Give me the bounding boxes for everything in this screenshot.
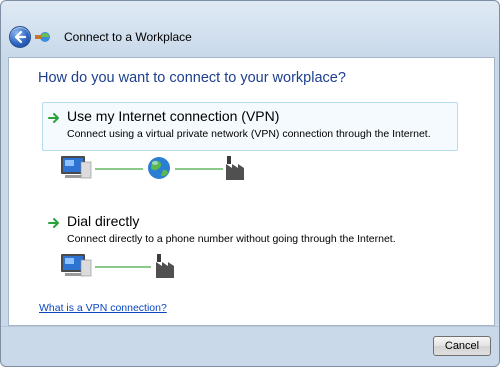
computer-icon (61, 156, 92, 179)
cancel-button[interactable]: Cancel (433, 336, 491, 356)
page-heading: How do you want to connect to your workp… (38, 70, 346, 86)
back-button[interactable] (9, 26, 31, 48)
wizard-window: Connect to a Workplace How do you want t… (0, 0, 500, 367)
option-dial-title: Dial directly (67, 213, 140, 229)
option-vpn[interactable]: Use my Internet connection (VPN) Connect… (42, 102, 458, 151)
factory-icon (156, 254, 174, 278)
dial-diagram (61, 254, 174, 278)
title-bar: Connect to a Workplace (1, 1, 499, 56)
window-title: Connect to a Workplace (64, 30, 192, 44)
factory-icon (226, 156, 244, 180)
option-dial-description: Connect directly to a phone number witho… (67, 233, 396, 245)
option-vpn-description: Connect using a virtual private network … (67, 128, 431, 140)
back-arrow-icon (14, 30, 27, 44)
vpn-diagram (61, 156, 244, 180)
content-panel: How do you want to connect to your workp… (8, 57, 495, 326)
network-wizard-icon (35, 32, 50, 42)
vpn-help-link[interactable]: What is a VPN connection? (39, 302, 167, 314)
globe-icon (148, 157, 170, 179)
option-dial-directly[interactable]: Dial directly Connect directly to a phon… (42, 207, 458, 256)
green-arrow-icon (48, 113, 59, 123)
option-vpn-title: Use my Internet connection (VPN) (67, 108, 280, 124)
footer-divider (1, 326, 499, 327)
computer-icon (61, 254, 92, 277)
green-arrow-icon (48, 218, 59, 228)
